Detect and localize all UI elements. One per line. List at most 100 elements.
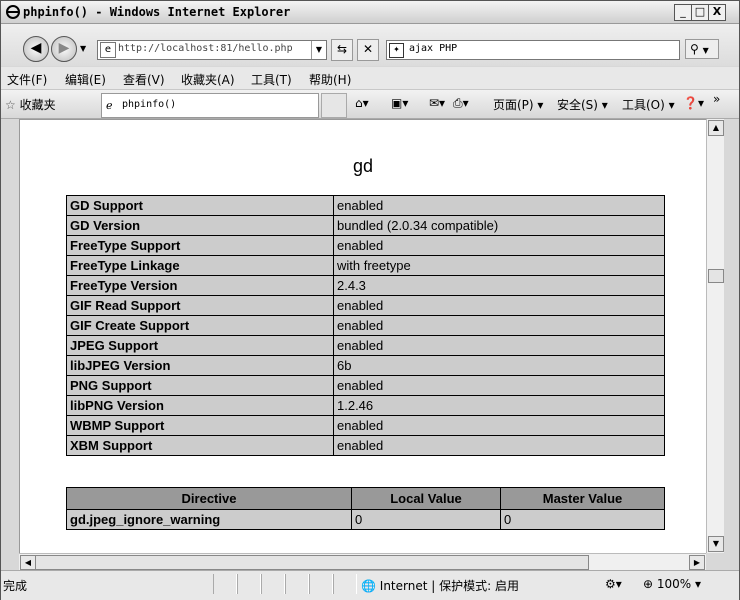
title-bar: phpinfo() - Windows Internet Explorer _ …	[1, 1, 739, 24]
row-value: enabled	[333, 195, 665, 216]
scroll-right-icon[interactable]: ▶	[689, 555, 705, 570]
address-dropdown-icon[interactable]: ▼	[311, 41, 326, 59]
forward-button[interactable]: ▶	[51, 36, 77, 62]
favorites-label: 收藏夹	[19, 98, 56, 112]
scroll-thumb[interactable]	[708, 269, 724, 283]
status-separator	[309, 574, 333, 594]
feeds-icon[interactable]: ▣▾	[391, 96, 408, 110]
tools-menu[interactable]: 工具(O) ▾	[622, 96, 675, 113]
zoom-level: 100%	[656, 577, 692, 591]
table-row: libJPEG Version 6b	[66, 355, 665, 376]
mail-icon[interactable]: ✉▾	[429, 96, 445, 110]
row-value: 1.2.46	[333, 395, 665, 416]
local-value: 0	[351, 509, 501, 530]
minimize-button[interactable]: _	[674, 4, 692, 21]
directive-name: gd.jpeg_ignore_warning	[66, 509, 352, 530]
browser-window: phpinfo() - Windows Internet Explorer _ …	[0, 0, 740, 600]
row-key: FreeType Linkage	[66, 255, 334, 276]
back-arrow-icon: ◀	[30, 40, 42, 56]
vertical-scrollbar[interactable]: ▲ ▼	[706, 119, 724, 553]
search-button[interactable]: ⚲ ▼	[685, 39, 719, 59]
row-key: libJPEG Version	[66, 355, 334, 376]
table-row: GD Version bundled (2.0.34 compatible)	[66, 215, 665, 236]
page-menu[interactable]: 页面(P) ▾	[493, 96, 543, 113]
back-button[interactable]: ◀	[23, 36, 49, 62]
table-row: GIF Read Support enabled	[66, 295, 665, 316]
hscroll-thumb[interactable]	[35, 555, 589, 570]
table-row: WBMP Support enabled	[66, 415, 665, 436]
protected-mode-icon[interactable]: ⚙▾	[605, 577, 622, 591]
status-separator	[261, 574, 285, 594]
search-box[interactable]: ✦ ajax PHP	[386, 40, 680, 60]
section-heading: gd	[352, 156, 374, 176]
row-value: enabled	[333, 415, 665, 436]
zoom-control[interactable]: ⊕ 100% ▾	[643, 577, 701, 591]
menu-help[interactable]: 帮助(H)	[309, 71, 351, 88]
search-dropdown-icon: ▼	[702, 46, 709, 55]
stop-button[interactable]: ✕	[357, 39, 379, 61]
row-value: enabled	[333, 435, 665, 456]
ie-logo-icon	[6, 5, 20, 19]
maximize-button[interactable]: □	[691, 4, 709, 21]
print-icon[interactable]: ⎙▾	[453, 96, 469, 111]
zone-indicator[interactable]: 🌐 Internet | 保护模式: 启用	[361, 577, 519, 594]
close-button[interactable]: X	[708, 4, 726, 21]
globe-icon: 🌐	[361, 579, 376, 593]
header-local-value: Local Value	[351, 487, 501, 510]
header-master-value: Master Value	[500, 487, 665, 510]
star-icon: ☆	[5, 98, 16, 112]
row-key: PNG Support	[66, 375, 334, 396]
row-key: FreeType Version	[66, 275, 334, 296]
home-icon[interactable]: ⌂▾	[355, 96, 369, 110]
row-key: libPNG Version	[66, 395, 334, 416]
address-url[interactable]: http://localhost:81/hello.php	[118, 43, 293, 54]
horizontal-scrollbar[interactable]: ◀ ▶	[19, 553, 706, 570]
safety-menu[interactable]: 安全(S) ▾	[557, 96, 608, 113]
menu-favorites[interactable]: 收藏夹(A)	[181, 71, 235, 88]
row-key: GIF Create Support	[66, 315, 334, 336]
search-input[interactable]: ajax PHP	[409, 43, 457, 54]
menu-view[interactable]: 查看(V)	[123, 71, 165, 88]
page-icon: e	[100, 42, 116, 58]
tab-phpinfo[interactable]: ℯ phpinfo()	[101, 93, 319, 118]
row-key: GD Support	[66, 195, 334, 216]
table-row: GD Support enabled	[66, 195, 665, 216]
forward-arrow-icon: ▶	[58, 40, 70, 56]
search-provider-icon: ✦	[389, 43, 404, 58]
gd-info-table: GD Support enabled GD Version bundled (2.0…	[66, 195, 665, 456]
table-header-row: Directive Local Value Master Value	[66, 487, 665, 510]
address-row: ◀ ▶ ▼ e http://localhost:81/hello.php ▼ …	[1, 24, 739, 66]
menu-file[interactable]: 文件(F)	[7, 71, 47, 88]
toolbar-overflow[interactable]: »	[713, 92, 720, 106]
refresh-button[interactable]: ⇆	[331, 39, 353, 61]
menu-bar: 文件(F) 编辑(E) 查看(V) 收藏夹(A) 工具(T) 帮助(H)	[1, 67, 739, 90]
table-row: FreeType Version 2.4.3	[66, 275, 665, 296]
scroll-left-icon[interactable]: ◀	[20, 555, 36, 570]
tab-title: phpinfo()	[122, 99, 177, 110]
header-directive: Directive	[66, 487, 352, 510]
zone-text: Internet | 保护模式: 启用	[379, 579, 519, 593]
row-key: GD Version	[66, 215, 334, 236]
table-row: FreeType Support enabled	[66, 235, 665, 256]
row-key: FreeType Support	[66, 235, 334, 256]
menu-tools[interactable]: 工具(T)	[251, 71, 292, 88]
row-key: JPEG Support	[66, 335, 334, 356]
help-icon[interactable]: ❓▾	[683, 96, 704, 110]
table-row: FreeType Linkage with freetype	[66, 255, 665, 276]
directive-table: Directive Local Value Master Value gd.jp…	[66, 487, 665, 530]
row-value: 2.4.3	[333, 275, 665, 296]
scroll-up-icon[interactable]: ▲	[708, 120, 724, 136]
row-value: enabled	[333, 335, 665, 356]
row-value: enabled	[333, 315, 665, 336]
new-tab-button[interactable]	[321, 93, 347, 118]
history-dropdown-icon[interactable]: ▼	[80, 44, 86, 53]
address-bar[interactable]: e http://localhost:81/hello.php ▼	[97, 40, 327, 60]
table-row: XBM Support enabled	[66, 435, 665, 456]
menu-edit[interactable]: 编辑(E)	[65, 71, 106, 88]
stop-icon: ✕	[362, 42, 374, 56]
favorites-button[interactable]: ☆ 收藏夹	[5, 96, 56, 113]
status-separator	[285, 574, 309, 594]
status-separator	[333, 574, 357, 594]
table-row: JPEG Support enabled	[66, 335, 665, 356]
scroll-down-icon[interactable]: ▼	[708, 536, 724, 552]
